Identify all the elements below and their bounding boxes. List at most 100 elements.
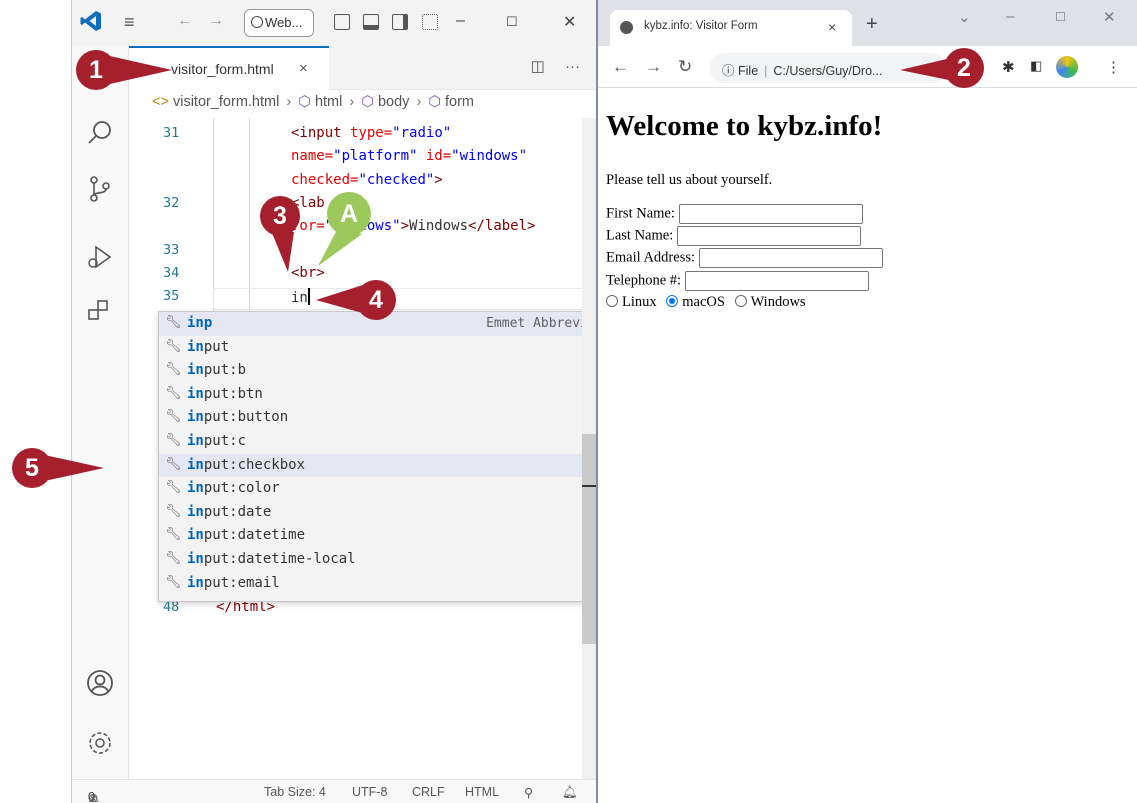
more-actions-icon[interactable]: ··· — [565, 58, 580, 75]
extensions-icon[interactable] — [85, 298, 115, 328]
notifications-bell-icon[interactable]: 🔔︎ — [562, 785, 578, 800]
suggestion-item[interactable]: 🔧︎ input:b — [159, 359, 596, 383]
suggestion-rest: put:btn — [203, 385, 263, 402]
toggle-secondary-sidebar-icon[interactable] — [392, 14, 408, 30]
wrench-icon: 🔧︎ — [165, 362, 182, 378]
wrench-icon: 🔧︎ — [165, 315, 182, 330]
browser-back-icon[interactable]: ← — [612, 57, 629, 77]
maximize-icon[interactable]: ☐ — [506, 14, 518, 30]
tab-size-indicator[interactable]: Tab Size: 4 — [264, 785, 326, 799]
first-name-input[interactable] — [678, 204, 863, 224]
toggle-primary-sidebar-icon[interactable] — [334, 14, 350, 30]
breadcrumb-html[interactable]: html — [315, 94, 342, 110]
address-bar[interactable]: ⓘ File | C:/Users/Guy/Dro... — [710, 53, 946, 83]
telephone-input[interactable] — [684, 271, 869, 291]
radio-windows[interactable] — [734, 295, 747, 307]
suggestion-item[interactable]: 🔧︎ input:checkbox — [159, 453, 596, 478]
line-number: 34 — [163, 265, 180, 281]
hamburger-menu-icon[interactable]: ≡ — [124, 12, 135, 33]
current-line-highlight — [213, 288, 584, 310]
browser-menu-icon[interactable]: ⋮ — [1106, 58, 1121, 76]
suggestion-item[interactable]: 🔧︎ input:datetime-local — [159, 548, 596, 572]
vscode-window: ≡ ← → Web... – ☐ ✕ visitor_form.html × ◫… — [71, 0, 598, 803]
code-token: </label> — [468, 218, 536, 234]
minimize-icon[interactable]: – — [456, 12, 465, 30]
radio-linux[interactable] — [606, 295, 618, 307]
breadcrumb: <> visitor_form.html › ⬡ html › ⬡ body ›… — [152, 94, 474, 110]
browser-minimize-icon[interactable]: – — [1006, 8, 1014, 25]
suggestion-item[interactable]: 🔧︎ input:email — [159, 572, 596, 596]
suggestion-item[interactable]: 🔧︎ input:c — [159, 430, 596, 454]
tab-label: visitor_form.html — [171, 61, 274, 77]
command-center-search[interactable]: Web... — [244, 9, 314, 37]
accounts-icon[interactable] — [85, 668, 115, 698]
last-name-input[interactable] — [676, 226, 861, 246]
code-token: "platform" — [333, 148, 418, 164]
customize-layout-icon[interactable] — [422, 14, 438, 30]
encoding-indicator[interactable]: UTF-8 — [352, 785, 387, 799]
split-editor-icon[interactable]: ◫ — [531, 58, 545, 75]
feedback-icon[interactable]: ⚲ — [524, 785, 533, 800]
browser-forward-icon[interactable]: → — [645, 57, 662, 77]
suggestion-item[interactable]: 🔧︎ input:btn — [159, 383, 596, 407]
browser-close-icon[interactable]: ✕ — [1103, 8, 1116, 26]
toggle-panel-icon[interactable] — [363, 14, 379, 30]
explorer-search-icon[interactable] — [85, 118, 115, 148]
suggestion-item[interactable]: 🔧︎ input — [159, 336, 596, 360]
suggestion-match: in — [187, 456, 204, 473]
wrench-icon: 🔧︎ — [165, 503, 182, 519]
breadcrumb-file[interactable]: visitor_form.html — [173, 94, 279, 110]
suggestion-item[interactable]: 🔧︎ input:date — [159, 501, 596, 525]
breadcrumb-body[interactable]: body — [378, 94, 409, 110]
language-mode-indicator[interactable]: HTML — [465, 785, 499, 799]
suggestion-match: in — [187, 574, 204, 591]
side-panel-icon[interactable]: ◧ — [1030, 58, 1042, 74]
code-token: Windows — [409, 218, 469, 234]
suggestion-item[interactable]: 🔧︎ input:button — [159, 406, 596, 430]
element-icon: ⬡ — [361, 94, 374, 110]
editor-scroll-thumb[interactable] — [582, 434, 596, 644]
suggestion-rest: put:date — [203, 503, 272, 520]
editor-scrollbar[interactable] — [582, 118, 596, 779]
browser-tab-visitor-form[interactable]: kybz.info: Visitor Form × — [610, 10, 852, 46]
callout-4: 4 — [356, 280, 396, 320]
text-cursor — [307, 288, 310, 305]
info-icon: ⓘ — [722, 64, 735, 78]
field-label: Email Address: — [606, 249, 696, 266]
breadcrumb-form[interactable]: form — [445, 94, 474, 110]
browser-maximize-icon[interactable]: ☐ — [1055, 10, 1066, 24]
settings-gear-icon[interactable] — [85, 728, 115, 758]
new-tab-button[interactable]: + — [866, 13, 878, 36]
suggestion-rest: put:color — [203, 480, 280, 497]
vscode-logo-icon — [80, 11, 101, 31]
breadcrumb-separator-icon: › — [286, 94, 292, 110]
email-input[interactable] — [698, 248, 883, 268]
extensions-puzzle-icon[interactable]: ✱ — [1002, 58, 1015, 76]
forward-arrow-icon[interactable]: → — [208, 12, 224, 30]
code-line: <input type="radio" — [291, 125, 451, 141]
suggestion-match: in — [187, 503, 204, 520]
browser-tab-close-icon[interactable]: × — [828, 19, 836, 35]
tab-search-chevron-icon[interactable]: ⌄ — [958, 8, 971, 26]
code-token: "radio" — [392, 125, 452, 141]
suggestion-item[interactable]: 🔧︎ input:datetime — [159, 524, 596, 548]
suggestion-item[interactable]: 🔧︎ input:color — [159, 477, 596, 501]
reload-icon[interactable]: ↻ — [678, 57, 692, 77]
last-name-row: Last Name: — [606, 226, 861, 248]
tab-close-icon[interactable]: × — [299, 60, 308, 77]
back-arrow-icon[interactable]: ← — [177, 12, 193, 30]
run-and-debug-icon[interactable] — [85, 242, 115, 272]
eol-indicator[interactable]: CRLF — [412, 785, 445, 799]
email-row: Email Address: — [606, 248, 883, 270]
source-control-icon[interactable] — [85, 174, 115, 204]
suggestion-widget: 🔧︎inpEmmet Abbreviation🔧︎input🔧︎input:b🔧… — [158, 311, 596, 602]
suggestion-rest: put:datetime-local — [203, 551, 356, 567]
radio-macos[interactable] — [666, 295, 679, 307]
tab-visitor-form[interactable]: visitor_form.html × — [129, 46, 329, 90]
wrench-icon: 🔧︎ — [165, 551, 182, 566]
profile-avatar[interactable] — [1056, 56, 1078, 78]
close-window-icon[interactable]: ✕ — [563, 12, 576, 32]
element-icon: ⬡ — [298, 94, 311, 110]
code-token: "checked" — [358, 172, 435, 188]
address-separator: | — [764, 64, 768, 78]
